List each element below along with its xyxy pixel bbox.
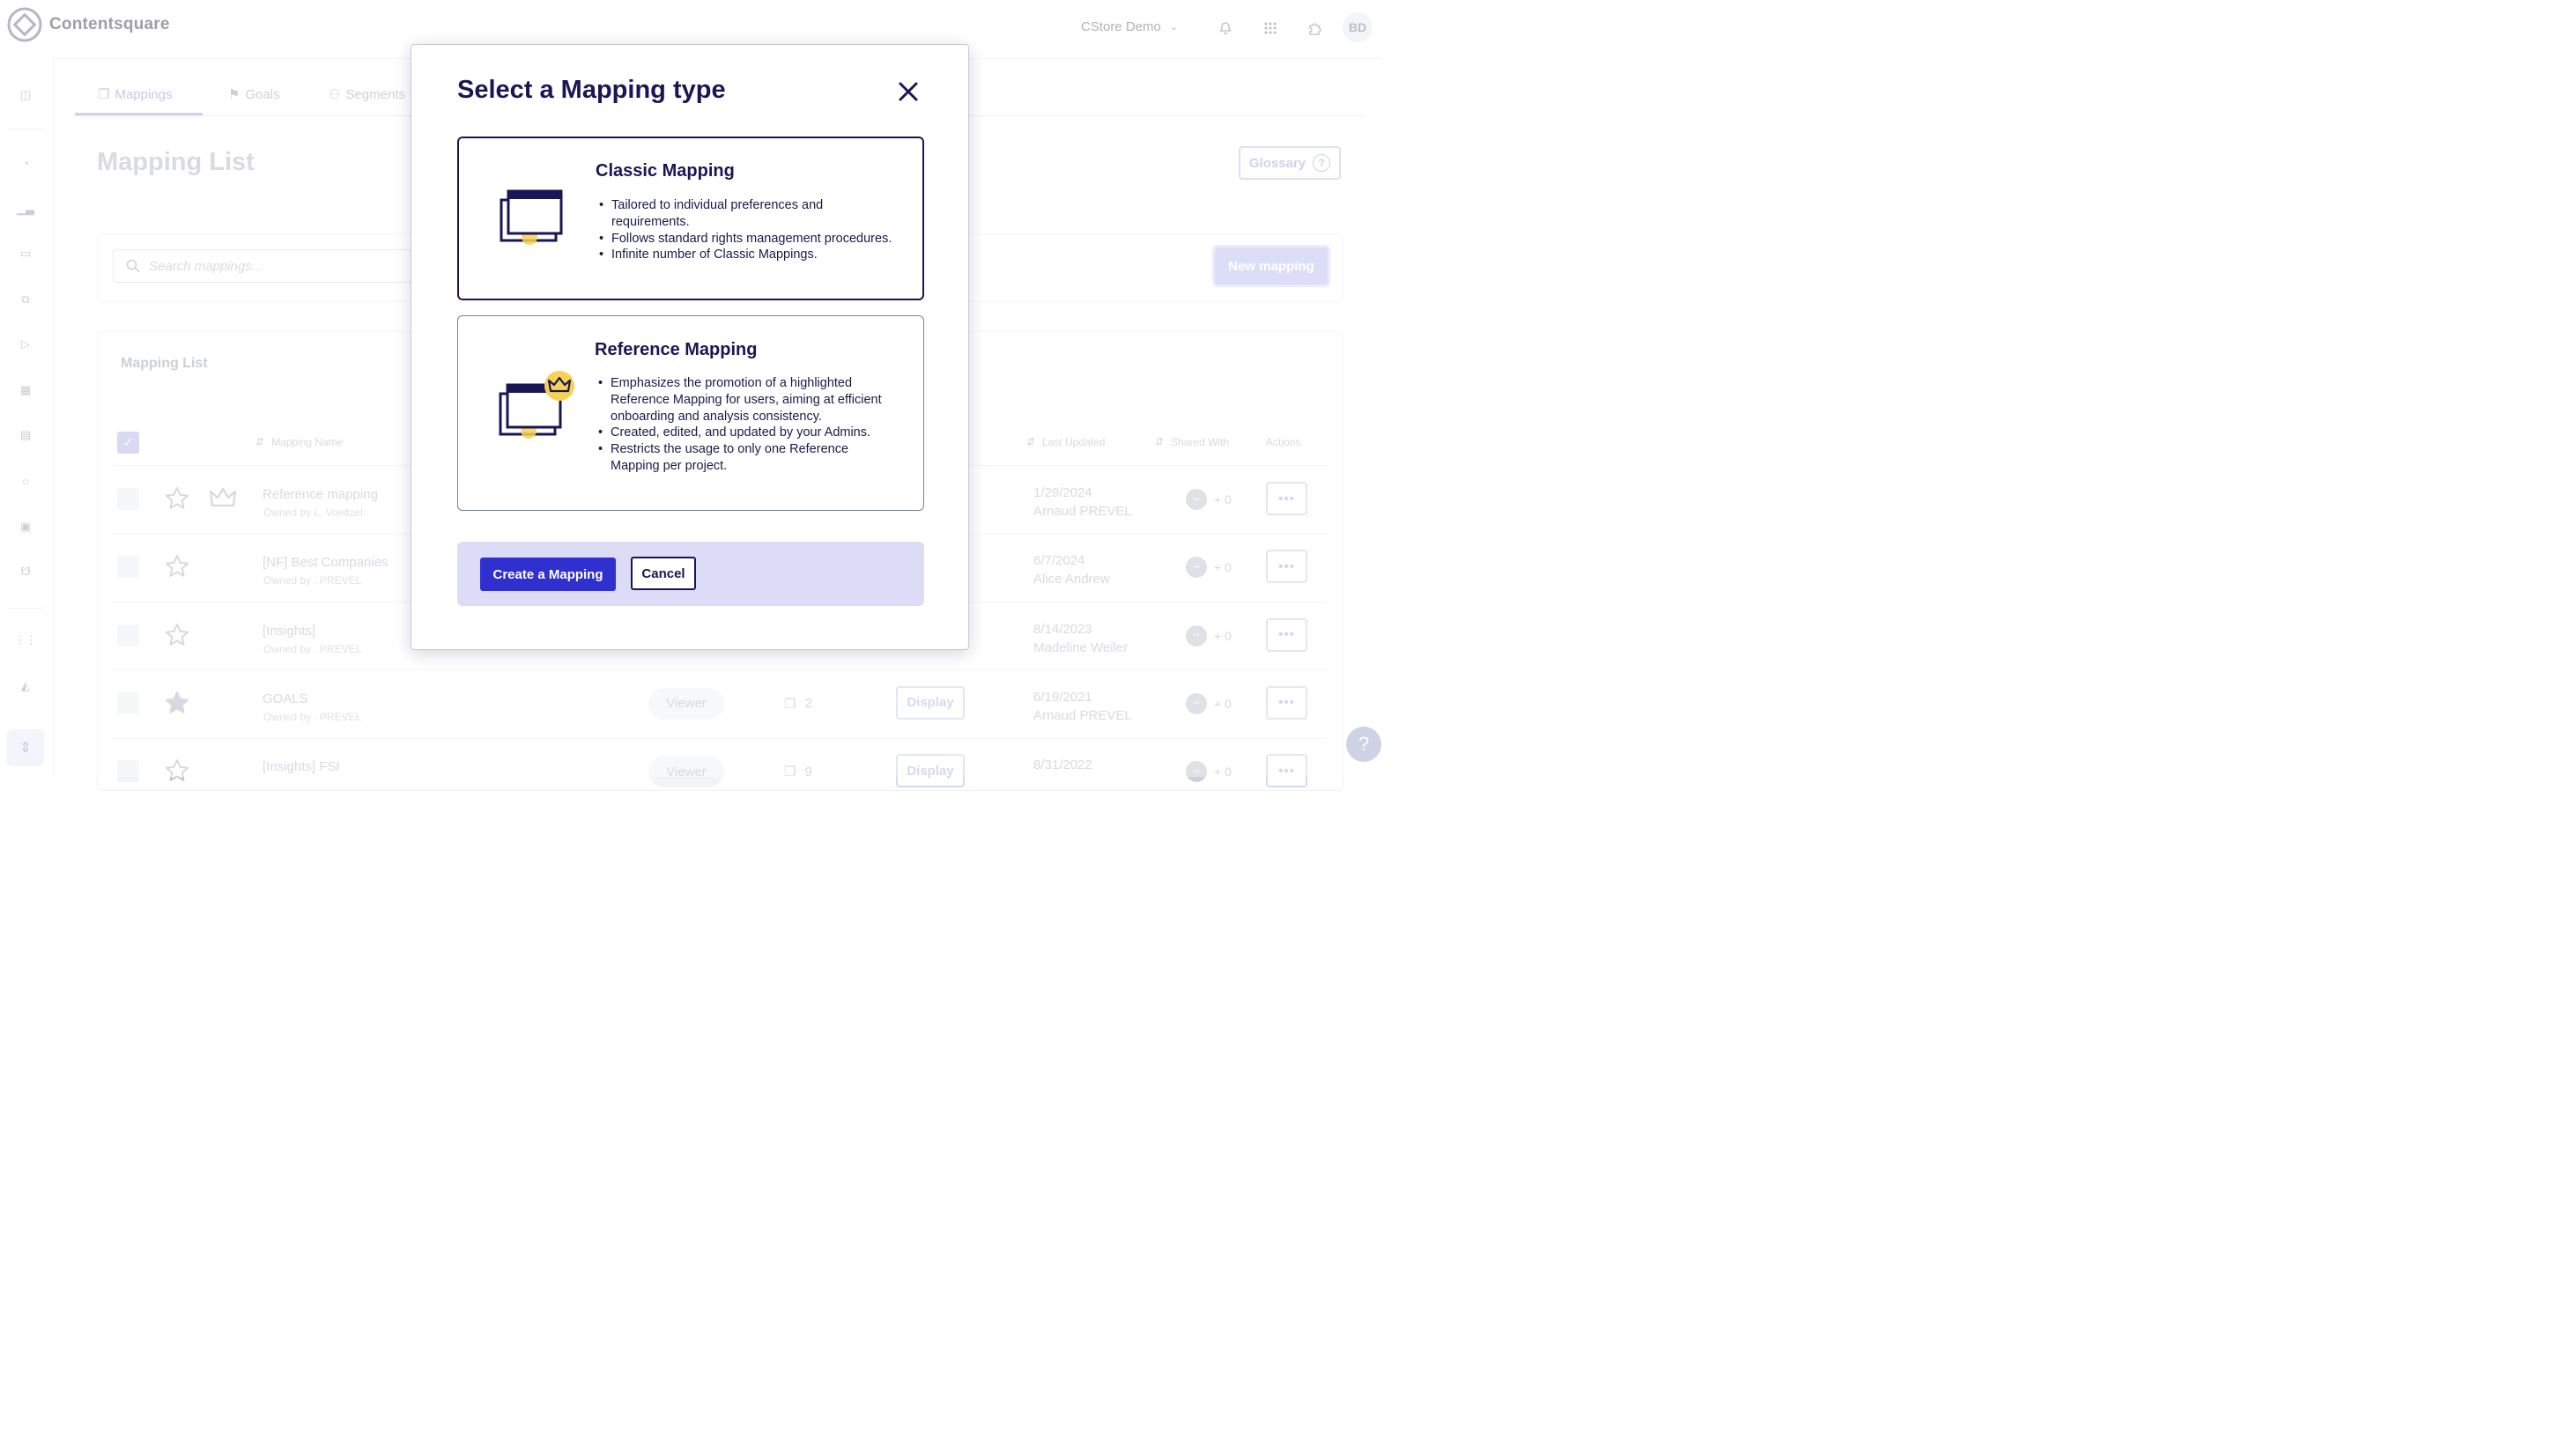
- cancel-button[interactable]: Cancel: [631, 557, 696, 590]
- reference-mapping-option[interactable]: Reference Mapping Emphasizes the promoti…: [457, 315, 924, 511]
- reference-mapping-title: Reference Mapping: [595, 340, 758, 359]
- dialog-title: Select a Mapping type: [457, 76, 726, 104]
- list-item: Emphasizes the promotion of a highlighte…: [598, 375, 893, 425]
- classic-mapping-title: Classic Mapping: [596, 161, 735, 181]
- reference-mapping-illustration-icon: [499, 371, 574, 439]
- classic-mapping-bullets: Tailored to individual preferences and r…: [599, 197, 899, 263]
- list-item: Follows standard rights management proce…: [599, 231, 899, 247]
- list-item: Restricts the usage to only one Referenc…: [598, 441, 893, 475]
- list-item: Tailored to individual preferences and r…: [599, 197, 899, 231]
- list-item: Created, edited, and updated by your Adm…: [598, 425, 893, 441]
- dialog-footer: Create a Mapping Cancel: [457, 542, 924, 606]
- classic-mapping-illustration-icon: [500, 189, 563, 245]
- reference-mapping-bullets: Emphasizes the promotion of a highlighte…: [598, 375, 893, 475]
- close-icon[interactable]: [896, 79, 921, 104]
- create-mapping-button[interactable]: Create a Mapping: [480, 558, 616, 591]
- select-mapping-type-dialog: Select a Mapping type Classic Mapping Ta…: [411, 44, 969, 650]
- classic-mapping-option[interactable]: Classic Mapping Tailored to individual p…: [457, 137, 924, 300]
- list-item: Infinite number of Classic Mappings.: [599, 247, 899, 263]
